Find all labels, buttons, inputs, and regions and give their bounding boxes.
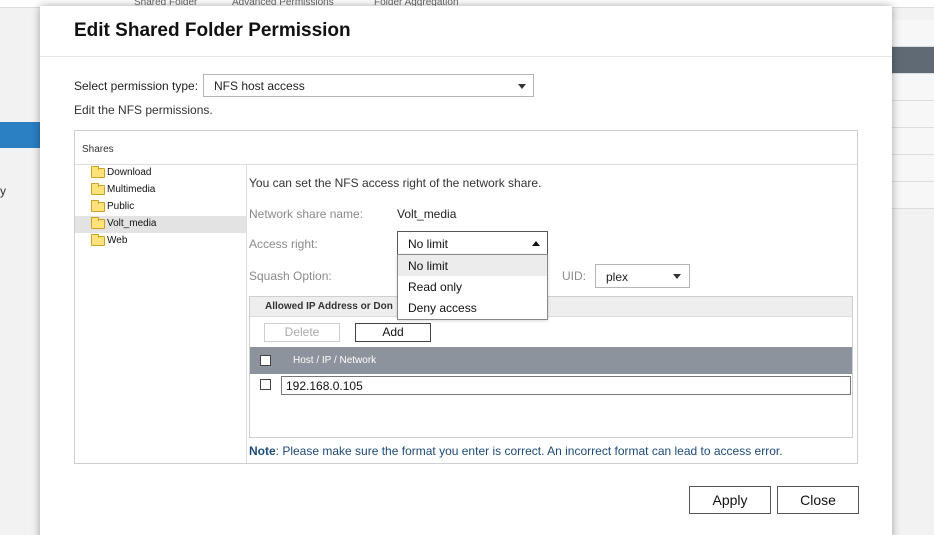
network-share-value: Volt_media: [397, 207, 457, 221]
permission-type-label: Select permission type:: [74, 79, 199, 93]
add-button[interactable]: Add: [355, 323, 431, 342]
select-all-checkbox[interactable]: [260, 355, 271, 366]
allowed-ip-header: Allowed IP Address or Don: [250, 297, 852, 317]
bg-sidebar-text: y: [0, 184, 6, 198]
apply-button[interactable]: Apply: [689, 486, 771, 514]
chevron-down-icon: [518, 84, 526, 89]
bg-sidebar-selected: [0, 122, 40, 148]
permission-description: Edit the NFS permissions.: [74, 103, 213, 117]
allowed-ip-header-label: Allowed IP Address or Don: [265, 301, 393, 312]
access-right-select[interactable]: No limit: [397, 231, 548, 255]
tree-item-label: Multimedia: [107, 184, 156, 195]
permission-type-select[interactable]: NFS host access: [203, 74, 534, 97]
chevron-down-icon: [673, 274, 681, 279]
folder-tree: Download Multimedia Public Volt_media We…: [75, 165, 247, 463]
bg-row: [892, 128, 934, 155]
background-list: [892, 20, 934, 209]
shares-header: Shares: [75, 131, 857, 165]
close-button[interactable]: Close: [777, 486, 859, 514]
folder-icon: [91, 183, 105, 195]
access-option-deny-access[interactable]: Deny access: [398, 297, 547, 318]
allowed-ip-box: Allowed IP Address or Don Delete Add Hos…: [249, 296, 853, 438]
edit-permission-dialog: Edit Shared Folder Permission Select per…: [40, 6, 892, 535]
tree-item-multimedia[interactable]: Multimedia: [75, 182, 246, 199]
network-share-label: Network share name:: [249, 207, 364, 221]
format-note: Note: Please make sure the format you en…: [249, 444, 783, 458]
tree-item-label: Public: [107, 201, 135, 212]
shares-header-label: Shares: [82, 144, 114, 155]
note-label: Note: [249, 444, 276, 458]
access-option-label: Read only: [408, 280, 463, 294]
uid-label: UID:: [562, 269, 586, 283]
bg-row-header: [892, 47, 934, 74]
tree-item-download[interactable]: Download: [75, 165, 246, 182]
tree-item-public[interactable]: Public: [75, 199, 246, 216]
access-right-value: No limit: [408, 237, 449, 251]
tree-item-label: Web: [107, 235, 128, 246]
note-text: : Please make sure the format you enter …: [275, 444, 783, 458]
tree-item-web[interactable]: Web: [75, 233, 246, 250]
header-divider: [40, 56, 892, 57]
row-checkbox[interactable]: [260, 379, 271, 390]
delete-button[interactable]: Delete: [264, 323, 340, 342]
host-entry-input[interactable]: 192.168.0.105: [281, 376, 851, 395]
dialog-title: Edit Shared Folder Permission: [74, 20, 351, 41]
access-option-label: Deny access: [408, 301, 477, 315]
squash-option-label: Squash Option:: [249, 269, 332, 283]
host-grid-header: Host / IP / Network: [250, 347, 852, 374]
folder-icon: [91, 166, 105, 178]
uid-select[interactable]: plex: [595, 264, 690, 288]
tree-item-label: Volt_media: [107, 218, 157, 229]
folder-icon: [91, 217, 105, 229]
access-option-no-limit[interactable]: No limit: [398, 255, 547, 276]
chevron-up-icon: [532, 241, 540, 246]
tree-item-volt-media[interactable]: Volt_media: [75, 216, 246, 233]
permission-type-value: NFS host access: [214, 79, 305, 93]
bg-row: [892, 182, 934, 209]
folder-icon: [91, 200, 105, 212]
access-right-label: Access right:: [249, 237, 318, 251]
uid-value: plex: [606, 270, 629, 284]
bg-row: [892, 101, 934, 128]
bg-row: [892, 155, 934, 182]
bg-row: [892, 20, 934, 47]
bg-row: [892, 74, 934, 101]
access-option-read-only[interactable]: Read only: [398, 276, 547, 297]
host-column-header: Host / IP / Network: [293, 355, 377, 366]
access-right-dropdown: No limit Read only Deny access: [397, 254, 548, 320]
nfs-info-text: You can set the NFS access right of the …: [249, 176, 542, 190]
folder-icon: [91, 234, 105, 246]
access-option-label: No limit: [408, 259, 449, 273]
tree-item-label: Download: [107, 167, 152, 178]
